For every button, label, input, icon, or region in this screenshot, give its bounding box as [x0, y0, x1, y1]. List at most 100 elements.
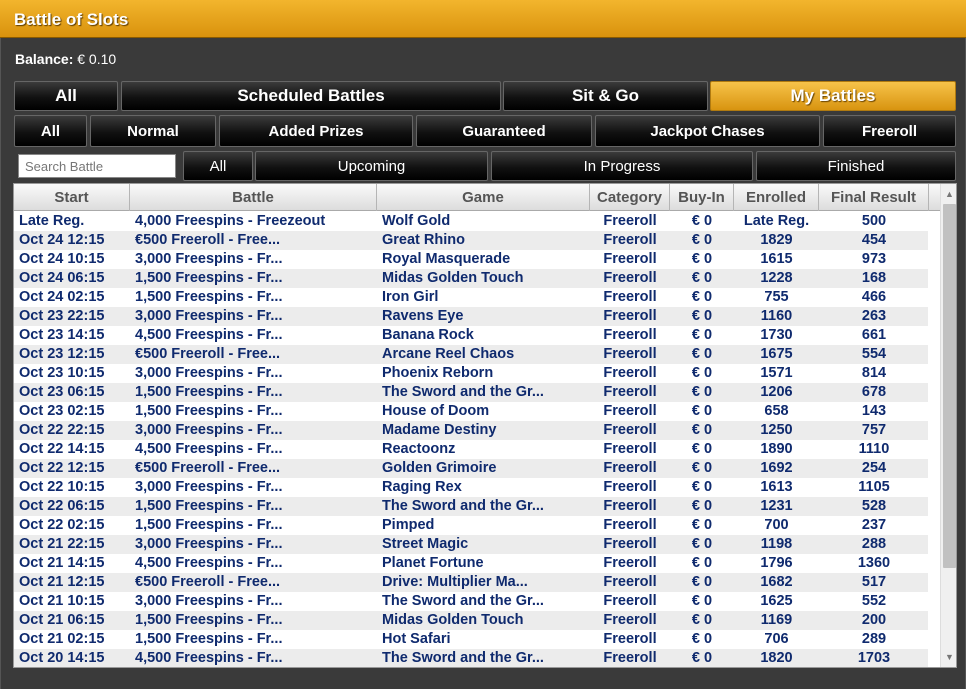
cell-final-result: 454	[861, 232, 887, 248]
scroll-thumb[interactable]	[943, 204, 956, 568]
cell-buy-in: € 0	[691, 422, 713, 438]
cell-enrolled: 1675	[760, 346, 793, 362]
cell-game: The Sword and the Gr...	[382, 498, 544, 514]
cell-start: Oct 22 02:15	[19, 517, 105, 533]
table-row[interactable]: Oct 21 12:15 €500 Freeroll - Free... Drive…	[14, 573, 928, 592]
cell-game: Royal Masquerade	[382, 251, 511, 267]
cell-battle: 1,500 Freespins - Fr...	[135, 631, 283, 647]
table-row[interactable]: Oct 21 14:15 4,500 Freespins - Fr... Plane…	[14, 554, 928, 573]
cell-buy-in: € 0	[691, 498, 713, 514]
cell-category: Freeroll	[603, 232, 657, 248]
cell-buy-in: € 0	[691, 479, 713, 495]
table-row[interactable]: Oct 24 12:15 €500 Freeroll - Free... Great…	[14, 231, 928, 250]
cell-start: Oct 21 12:15	[19, 574, 105, 590]
table-row[interactable]: Oct 21 22:15 3,000 Freespins - Fr... Stree…	[14, 535, 928, 554]
status-finished[interactable]: Finished	[756, 151, 956, 181]
filter-freeroll[interactable]: Freeroll	[823, 115, 956, 147]
cell-game: Banana Rock	[382, 327, 474, 343]
app-title: Battle of Slots	[14, 10, 129, 29]
status-in-progress[interactable]: In Progress	[491, 151, 753, 181]
cell-category: Freeroll	[603, 631, 657, 647]
cell-category: Freeroll	[603, 308, 657, 324]
table-row[interactable]: Oct 20 14:15 4,500 Freespins - Fr... The S…	[14, 649, 928, 667]
table-row[interactable]: Oct 23 12:15 €500 Freeroll - Free... Arcan…	[14, 345, 928, 364]
table-row[interactable]: Oct 22 14:15 4,500 Freespins - Fr... React…	[14, 440, 928, 459]
table-row[interactable]: Oct 21 10:15 3,000 Freespins - Fr... The S…	[14, 592, 928, 611]
cell-category: Freeroll	[603, 574, 657, 590]
table-row[interactable]: Oct 21 06:15 1,500 Freespins - Fr... Midas…	[14, 611, 928, 630]
table-row[interactable]: Oct 23 14:15 4,500 Freespins - Fr... Banan…	[14, 326, 928, 345]
column-header-battle[interactable]: Battle	[130, 184, 377, 211]
table-row[interactable]: Oct 22 02:15 1,500 Freespins - Fr... Pimpe…	[14, 516, 928, 535]
cell-game: Reactoonz	[382, 441, 456, 457]
table-row[interactable]: Oct 22 10:15 3,000 Freespins - Fr... Ragin…	[14, 478, 928, 497]
cell-battle: €500 Freeroll - Free...	[135, 574, 281, 590]
table-row[interactable]: Late Reg. 4,000 Freespins - Freezeout Wolf…	[14, 212, 928, 231]
cell-game: Pimped	[382, 517, 435, 533]
filter-normal[interactable]: Normal	[90, 115, 216, 147]
tab-scheduled-battles[interactable]: Scheduled Battles	[121, 81, 501, 111]
cell-battle: 1,500 Freespins - Fr...	[135, 517, 283, 533]
cell-final-result: 254	[861, 460, 887, 476]
column-header-category[interactable]: Category	[590, 184, 670, 211]
cell-category: Freeroll	[603, 441, 657, 457]
table-row[interactable]: Oct 23 22:15 3,000 Freespins - Fr... Raven…	[14, 307, 928, 326]
table-row[interactable]: Oct 22 12:15 €500 Freeroll - Free... Golde…	[14, 459, 928, 478]
column-header-game[interactable]: Game	[377, 184, 590, 211]
cell-game: Madame Destiny	[382, 422, 497, 438]
cell-category: Freeroll	[603, 479, 657, 495]
tab-my-battles[interactable]: My Battles	[710, 81, 956, 111]
cell-enrolled: 1169	[760, 612, 793, 628]
cell-enrolled: 1231	[760, 498, 793, 514]
table-row[interactable]: Oct 23 02:15 1,500 Freespins - Fr... House…	[14, 402, 928, 421]
column-header-start[interactable]: Start	[14, 184, 130, 211]
table-row[interactable]: Oct 24 10:15 3,000 Freespins - Fr... Royal…	[14, 250, 928, 269]
search-battle-input[interactable]	[18, 154, 176, 178]
cell-start: Oct 22 14:15	[19, 441, 105, 457]
column-header-final-result[interactable]: Final Result	[819, 184, 929, 211]
cell-game: Drive: Multiplier Ma...	[382, 574, 528, 590]
tab-sit-and-go[interactable]: Sit & Go	[503, 81, 708, 111]
cell-enrolled: 1682	[760, 574, 793, 590]
tab-all[interactable]: All	[14, 81, 118, 111]
table-row[interactable]: Oct 22 06:15 1,500 Freespins - Fr... The S…	[14, 497, 928, 516]
cell-buy-in: € 0	[691, 213, 713, 229]
cell-buy-in: € 0	[691, 270, 713, 286]
title-bar: Battle of Slots	[0, 0, 966, 38]
cell-buy-in: € 0	[691, 327, 713, 343]
status-upcoming[interactable]: Upcoming	[255, 151, 488, 181]
cell-enrolled: 658	[764, 403, 789, 419]
cell-start: Oct 22 22:15	[19, 422, 105, 438]
table-row[interactable]: Oct 21 02:15 1,500 Freespins - Fr... Hot S…	[14, 630, 928, 649]
cell-buy-in: € 0	[691, 308, 713, 324]
cell-battle: 1,500 Freespins - Fr...	[135, 498, 283, 514]
cell-enrolled: Late Reg.	[743, 213, 810, 229]
table-row[interactable]: Oct 23 06:15 1,500 Freespins - Fr... The S…	[14, 383, 928, 402]
scroll-up-icon[interactable]: ▲	[941, 186, 956, 202]
cell-enrolled: 755	[764, 289, 789, 305]
cell-enrolled: 1615	[760, 251, 793, 267]
cell-game: Ravens Eye	[382, 308, 464, 324]
cell-final-result: 814	[861, 365, 887, 381]
filter-added-prizes[interactable]: Added Prizes	[219, 115, 413, 147]
cell-final-result: 1105	[858, 479, 890, 495]
table-row[interactable]: Oct 23 10:15 3,000 Freespins - Fr... Phoen…	[14, 364, 928, 383]
cell-final-result: 1110	[858, 441, 890, 457]
cell-start: Oct 24 02:15	[19, 289, 105, 305]
cell-final-result: 466	[861, 289, 887, 305]
column-header-buy-in[interactable]: Buy-In	[670, 184, 734, 211]
status-all[interactable]: All	[183, 151, 253, 181]
filter-jackpot-chases[interactable]: Jackpot Chases	[595, 115, 820, 147]
table-row[interactable]: Oct 24 02:15 1,500 Freespins - Fr... Iron …	[14, 288, 928, 307]
table-row[interactable]: Oct 24 06:15 1,500 Freespins - Fr... Midas…	[14, 269, 928, 288]
cell-battle: 3,000 Freespins - Fr...	[135, 536, 283, 552]
table-row[interactable]: Oct 22 22:15 3,000 Freespins - Fr... Madam…	[14, 421, 928, 440]
column-header-enrolled[interactable]: Enrolled	[734, 184, 819, 211]
filter-guaranteed[interactable]: Guaranteed	[416, 115, 592, 147]
cell-final-result: 552	[861, 593, 887, 609]
filter-all[interactable]: All	[14, 115, 87, 147]
scroll-down-icon[interactable]: ▼	[941, 649, 956, 665]
cell-start: Oct 23 06:15	[19, 384, 105, 400]
cell-battle: 1,500 Freespins - Fr...	[135, 270, 283, 286]
vertical-scrollbar[interactable]: ▲ ▼	[940, 184, 956, 667]
